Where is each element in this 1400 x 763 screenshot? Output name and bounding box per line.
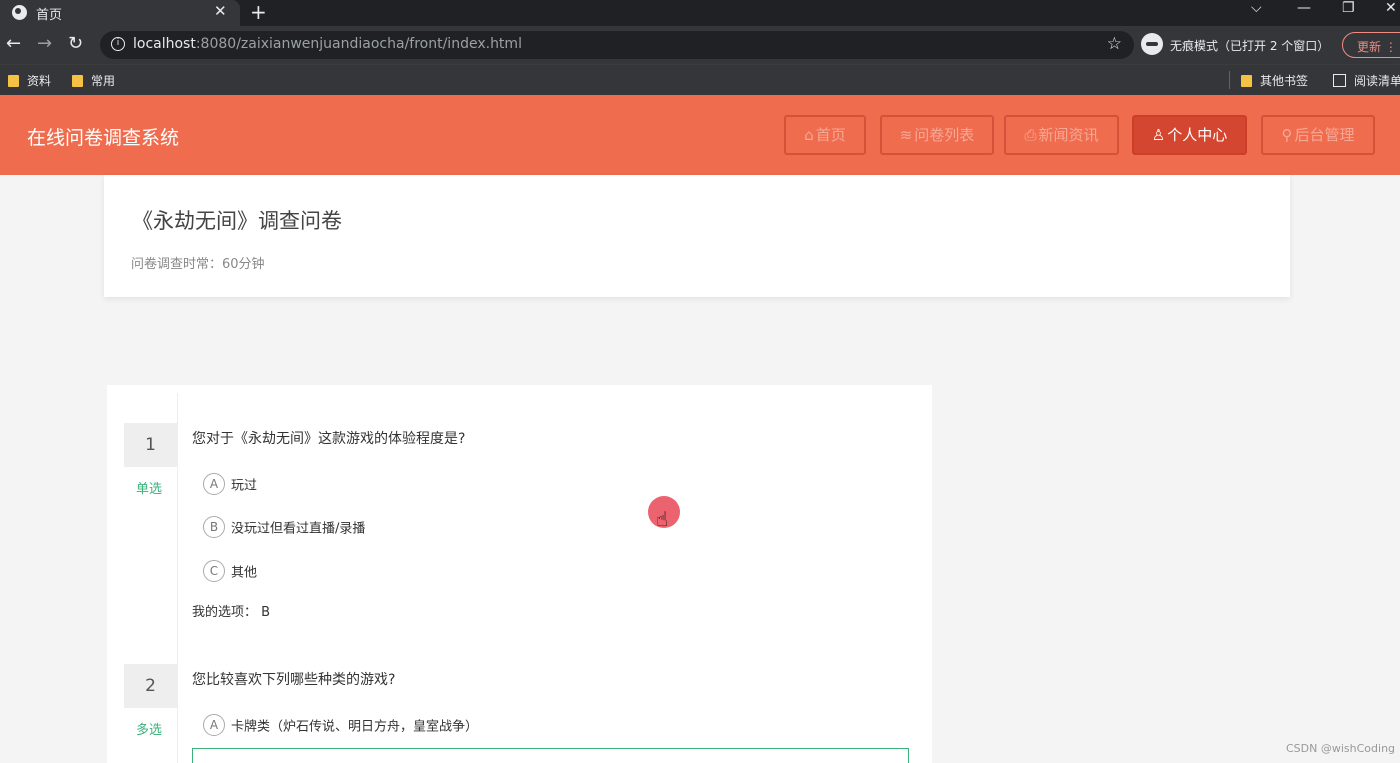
option-letter: A (203, 714, 225, 736)
new-tab-icon[interactable]: + (250, 0, 267, 24)
incognito-icon[interactable] (1141, 33, 1163, 55)
option-letter: B (203, 516, 225, 538)
option-a[interactable]: A 卡牌类（炉石传说、明日方舟，皇室战争） (203, 714, 478, 738)
option-label: 卡牌类（炉石传说、明日方舟，皇室战争） (231, 719, 479, 735)
nav-admin[interactable]: ⚲ 后台管理 (1261, 115, 1375, 155)
question-type: 单选 (136, 482, 163, 497)
bookmark-folder[interactable]: 常用 (72, 72, 115, 89)
update-button[interactable]: 更新 ⋮ (1342, 32, 1400, 58)
site-title: 在线问卷调查系统 (27, 127, 180, 149)
address-bar[interactable]: i localhost:8080/zaixianwenjuandiaocha/f… (100, 31, 1134, 59)
reading-list-icon (1333, 74, 1346, 87)
question-text: 您对于《永劫无间》这款游戏的体验程度是? (192, 431, 466, 447)
option-label: 玩过 (231, 478, 258, 494)
questions-card: 1 单选 您对于《永劫无间》这款游戏的体验程度是? A 玩过 B 没玩过但看过直播/… (107, 385, 932, 763)
restore-icon[interactable]: ❐ (1342, 0, 1355, 16)
watermark: CSDN @wishCoding (1286, 742, 1396, 755)
close-tab-icon[interactable]: ✕ (214, 2, 227, 20)
printer-icon: ⎙ (1024, 126, 1037, 144)
nav-news[interactable]: ⎙ 新闻资讯 (1004, 115, 1119, 155)
url-text[interactable]: localhost:8080/zaixianwenjuandiaocha/fro… (133, 36, 522, 52)
option-a[interactable]: A 玩过 (203, 473, 257, 497)
browser-tab-bar: 首页 ✕ + ⌵ — ❐ ✕ (0, 0, 1400, 26)
browser-tab[interactable]: 首页 ✕ (0, 0, 240, 26)
question-type: 多选 (136, 723, 163, 738)
bookmark-separator (1229, 71, 1230, 89)
option-letter: C (203, 560, 225, 582)
browser-toolbar: ← → ↻ i localhost:8080/zaixianwenjuandia… (0, 26, 1400, 64)
nav-personal-center[interactable]: ♙ 个人中心 (1132, 115, 1247, 155)
close-window-icon[interactable]: ✕ (1385, 0, 1397, 16)
question-number: 2 (124, 664, 177, 708)
globe-icon (12, 5, 27, 20)
home-icon: ⌂ (804, 126, 814, 144)
hand-cursor-icon: ☝ (656, 507, 669, 531)
reading-list[interactable]: 阅读清单 (1333, 72, 1400, 89)
survey-header-card: 《永劫无间》调查问卷 问卷调查时常：60分钟 (104, 175, 1290, 297)
nav-survey-list[interactable]: ≋ 问卷列表 (880, 115, 994, 155)
user-icon: ♙ (1151, 126, 1166, 144)
link-icon: ⚲ (1281, 126, 1293, 144)
forward-icon[interactable]: → (37, 33, 52, 54)
folder-icon (8, 75, 19, 87)
divider (177, 393, 178, 763)
survey-duration: 问卷调查时常：60分钟 (131, 257, 265, 272)
option-b[interactable]: B 没玩过但看过直播/录播 (203, 516, 365, 540)
other-bookmarks[interactable]: 其他书签 (1241, 72, 1308, 89)
bookmark-star-icon[interactable]: ☆ (1107, 34, 1122, 54)
folder-icon (72, 75, 83, 87)
layers-icon: ≋ (899, 126, 913, 144)
tab-search-icon[interactable]: ⌵ (1251, 0, 1262, 16)
more-menu-icon[interactable]: ⋮ (1385, 40, 1397, 54)
incognito-label[interactable]: 无痕模式（已打开 2 个窗口） (1170, 37, 1329, 54)
option-label: 其他 (231, 565, 258, 581)
tab-title: 首页 (36, 8, 63, 23)
bookmark-folder[interactable]: 资料 (8, 72, 51, 89)
option-b-highlighted[interactable] (192, 748, 909, 763)
option-letter: A (203, 473, 225, 495)
folder-icon (1241, 75, 1252, 87)
option-c[interactable]: C 其他 (203, 560, 257, 584)
option-label: 没玩过但看过直播/录播 (231, 521, 366, 537)
bookmarks-bar: 资料 常用 其他书签 阅读清单 (0, 64, 1400, 95)
survey-title: 《永劫无间》调查问卷 (132, 209, 342, 233)
info-icon[interactable]: i (111, 37, 125, 51)
nav-home[interactable]: ⌂ 首页 (784, 115, 866, 155)
minimize-icon[interactable]: — (1297, 0, 1311, 16)
reload-icon[interactable]: ↻ (68, 33, 83, 54)
question-text: 您比较喜欢下列哪些种类的游戏? (192, 672, 396, 688)
back-icon[interactable]: ← (6, 33, 21, 54)
my-choice: 我的选项： B (192, 605, 271, 620)
site-header: 在线问卷调查系统 ⌂ 首页 ≋ 问卷列表 ⎙ 新闻资讯 ♙ 个人中心 ⚲ 后台管理 (0, 95, 1400, 175)
question-number: 1 (124, 423, 177, 467)
